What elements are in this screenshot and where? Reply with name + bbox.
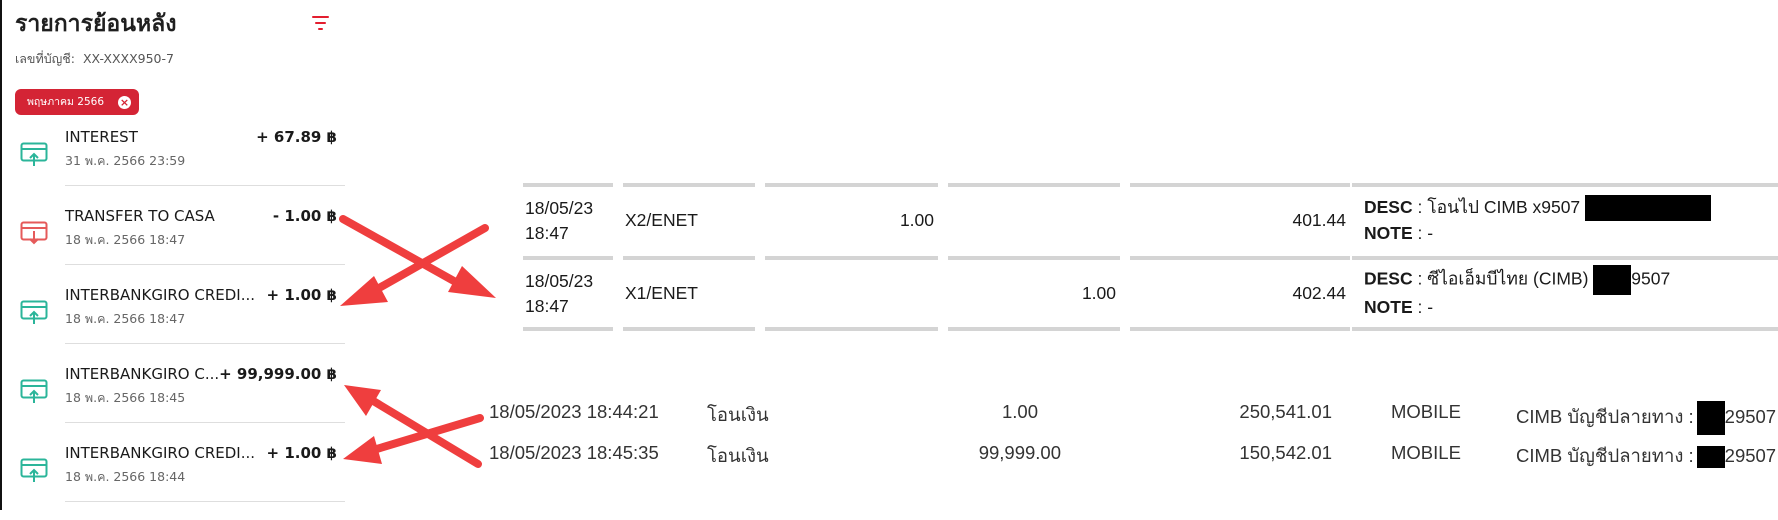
date-value: 18/05/23 (525, 198, 594, 218)
desc-value: ซีไอเอ็มบีไทย (CIMB) (1427, 268, 1589, 289)
table-row: 18/05/2023 18:44:21 โอนเงิน 1.00 250,541… (0, 401, 1778, 435)
datetime-value: 18/05/2023 18:45:35 (489, 442, 659, 463)
note-label: NOTE (1364, 223, 1413, 244)
description-cell: DESC : ซีไอเอ็มบีไทย (CIMB) 9507 NOTE : … (1352, 256, 1778, 331)
account-label: เลขที่บัญชี: (15, 51, 75, 66)
transaction-amount: + 67.89 ฿ (256, 128, 337, 146)
list-divider (65, 264, 345, 265)
type-value: โอนเงิน (707, 445, 769, 466)
date-cell: 18/05/23 18:47 (523, 256, 619, 331)
table-row: 18/05/23 18:47 X1/ENET 1.00 402.44 DESC :… (523, 256, 1778, 331)
datetime-value: 18/05/2023 18:44:21 (489, 401, 659, 422)
credit-value: 1.00 (1081, 283, 1116, 303)
close-icon[interactable]: × (118, 96, 131, 109)
destination-label: CIMB บัญชีปลายทาง : (1516, 405, 1694, 427)
table-row: 18/05/23 18:47 X2/ENET 1.00 401.44 DESC :… (523, 183, 1778, 255)
desc-suffix: 9507 (1631, 268, 1671, 289)
debit-cell: 1.00 (765, 183, 944, 255)
time-value: 18:47 (525, 296, 569, 316)
transaction-amount: + 99,999.00 ฿ (219, 365, 337, 383)
redaction-box (1593, 265, 1632, 295)
bank-statement-table: 18/05/23 18:47 X2/ENET 1.00 401.44 DESC :… (523, 183, 1778, 336)
date-value: 18/05/23 (525, 271, 594, 291)
transaction-date: 18 พ.ค. 2566 18:47 (65, 232, 186, 247)
channel-value: MOBILE (1391, 401, 1461, 422)
transaction-item[interactable]: INTERBANKGIRO CREDI... 18 พ.ค. 2566 18:4… (0, 284, 345, 362)
transaction-date: 31 พ.ค. 2566 23:59 (65, 153, 186, 168)
redaction-box (1696, 446, 1725, 469)
balance-value: 150,542.01 (1239, 442, 1332, 463)
incoming-tray-icon (20, 142, 48, 166)
credit-cell (948, 183, 1126, 255)
transaction-date: 18 พ.ค. 2566 18:47 (65, 311, 186, 326)
amount-value: 99,999.00 (978, 442, 1061, 463)
note-separator: : (1412, 297, 1428, 317)
desc-label: DESC (1364, 197, 1413, 217)
balance-cell: 402.44 (1130, 256, 1356, 331)
code-value: X2/ENET (625, 210, 698, 230)
note-value: - (1427, 223, 1434, 244)
credit-cell: 1.00 (948, 256, 1126, 331)
transaction-name: INTERBANKGIRO C... (65, 365, 220, 383)
transaction-name: INTEREST (65, 128, 138, 146)
balance-value: 402.44 (1292, 283, 1346, 303)
debit-cell (765, 256, 944, 331)
destination-value: CIMB บัญชีปลายทาง : 29507 (1516, 442, 1776, 471)
balance-value: 401.44 (1292, 210, 1346, 230)
redaction-box (1696, 401, 1725, 435)
list-divider (65, 185, 345, 186)
desc-value: โอนไป CIMB x9507 (1427, 197, 1581, 217)
code-value: X1/ENET (625, 283, 698, 303)
date-cell: 18/05/23 18:47 (523, 183, 619, 255)
desc-separator: : (1412, 197, 1428, 217)
transaction-item[interactable]: TRANSFER TO CASA 18 พ.ค. 2566 18:47 - 1.… (0, 205, 345, 283)
channel-value: MOBILE (1391, 442, 1461, 463)
note-label: NOTE (1364, 297, 1413, 317)
balance-value: 250,541.01 (1239, 401, 1332, 422)
note-separator: : (1412, 223, 1428, 244)
code-cell: X2/ENET (623, 183, 761, 255)
destination-suffix: 29507 (1724, 445, 1777, 466)
table-row: 18/05/2023 18:45:35 โอนเงิน 99,999.00 15… (0, 442, 1778, 472)
desc-label: DESC (1364, 268, 1413, 289)
destination-suffix: 29507 (1724, 405, 1777, 427)
transaction-item[interactable]: INTEREST 31 พ.ค. 2566 23:59 + 67.89 ฿ (0, 126, 345, 204)
list-divider (65, 501, 345, 502)
chip-label: พฤษภาคม 2566 (27, 96, 105, 108)
outgoing-tray-icon (20, 221, 48, 245)
debit-value: 1.00 (899, 210, 934, 230)
transaction-amount: - 1.00 ฿ (272, 207, 337, 225)
destination-value: CIMB บัญชีปลายทาง : 29507 (1516, 401, 1776, 435)
destination-label: CIMB บัญชีปลายทาง : (1516, 445, 1694, 466)
time-value: 18:47 (525, 223, 569, 243)
transaction-amount: + 1.00 ฿ (266, 286, 337, 304)
transaction-name: TRANSFER TO CASA (65, 207, 215, 225)
balance-cell: 401.44 (1130, 183, 1356, 255)
transaction-name: INTERBANKGIRO CREDI... (65, 286, 256, 304)
arrow-annotation (339, 215, 496, 298)
page-title: รายการย้อนหลัง (15, 11, 177, 37)
list-divider (65, 343, 345, 344)
desc-separator: : (1412, 268, 1428, 289)
incoming-tray-icon (20, 300, 48, 324)
redaction-box (1585, 195, 1712, 222)
code-cell: X1/ENET (623, 256, 761, 331)
type-value: โอนเงิน (707, 404, 769, 425)
month-filter-chip[interactable]: พฤษภาคม 2566 × (15, 89, 139, 115)
account-number: XX-XXXX950-7 (82, 51, 174, 66)
note-value: - (1427, 297, 1434, 317)
description-cell: DESC : โอนไป CIMB x9507 NOTE : - (1352, 183, 1778, 255)
filter-icon[interactable] (312, 14, 332, 32)
arrow-annotation (340, 224, 489, 306)
amount-value: 1.00 (1001, 401, 1038, 422)
account-info: เลขที่บัญชี: XX-XXXX950-7 (15, 49, 174, 69)
